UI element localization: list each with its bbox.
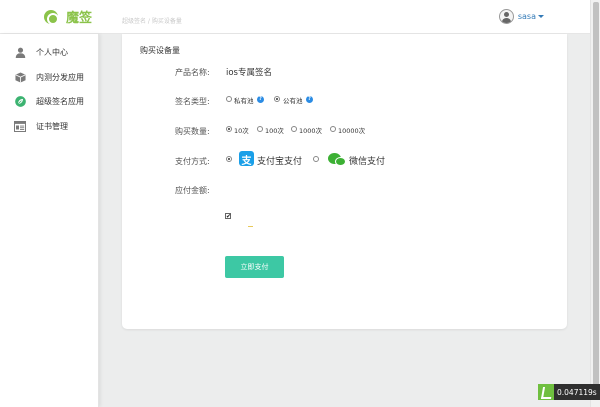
sidebar-item-label: 个人中心 xyxy=(36,47,68,57)
quantity-10-label[interactable]: 10次 xyxy=(234,125,249,135)
product-label: 产品名称: xyxy=(175,68,210,77)
sign-type-public-label[interactable]: 公有池 xyxy=(283,95,303,105)
user-icon xyxy=(14,46,26,58)
payment-wechat-label[interactable]: 微信支付 xyxy=(349,154,385,167)
quantity-1000-label[interactable]: 1000次 xyxy=(299,125,322,135)
user-menu[interactable]: sasa xyxy=(498,9,544,24)
avatar[interactable] xyxy=(498,9,514,24)
sidebar-item-super-sign[interactable]: 超级签名应用 xyxy=(0,93,99,109)
quantity-10000-radio[interactable] xyxy=(330,126,336,132)
sidebar-item-label: 证书管理 xyxy=(36,121,68,131)
sidebar-item-label: 超级签名应用 xyxy=(36,96,84,106)
payment-alipay-label[interactable]: 支付宝支付 xyxy=(257,154,302,167)
help-icon[interactable]: ? xyxy=(306,96,313,103)
purchase-card: 购买设备量 产品名称: ios专属签名 签名类型: 私有池 ? 公有池 ? 购买… xyxy=(122,34,567,329)
scrollbar-thumb[interactable] xyxy=(593,2,599,387)
payment-wechat-radio[interactable] xyxy=(313,156,319,162)
breadcrumb: 超级签名 / 购买设备量 xyxy=(122,18,182,25)
logo-text: 魔签 xyxy=(66,11,93,26)
alipay-icon[interactable] xyxy=(239,151,254,167)
amount-label: 应付金额: xyxy=(175,186,210,195)
sidebar-item-certificates[interactable]: 证书管理 xyxy=(0,118,99,134)
agree-checkbox[interactable]: ✔ xyxy=(225,213,231,220)
quantity-100-label[interactable]: 100次 xyxy=(265,125,284,135)
sidebar-item-beta-distribution[interactable]: 内测分发应用 xyxy=(0,69,99,85)
quantity-1000-radio[interactable] xyxy=(291,126,297,132)
sign-type-public-radio[interactable] xyxy=(274,96,280,102)
page-scrollbar[interactable] xyxy=(590,0,600,407)
top-bar: 魔签 超级签名 / 购买设备量 sasa xyxy=(0,0,590,34)
card-title: 购买设备量 xyxy=(140,46,180,55)
certificate-icon xyxy=(14,120,26,132)
username[interactable]: sasa xyxy=(518,12,536,21)
logo[interactable]: 魔签 xyxy=(44,7,92,26)
quantity-label: 购买数量: xyxy=(175,127,210,136)
quantity-10-radio[interactable] xyxy=(226,126,232,132)
timer-value: 0.047119s xyxy=(557,387,597,397)
sign-type-private-radio[interactable] xyxy=(226,96,232,102)
debugbar-icon[interactable] xyxy=(538,384,554,400)
product-value: ios专属签名 xyxy=(226,68,272,78)
sidebar-item-label: 内测分发应用 xyxy=(36,72,84,82)
loading-indicator xyxy=(248,226,253,227)
caret-down-icon[interactable] xyxy=(538,15,544,18)
sidebar-item-profile[interactable]: 个人中心 xyxy=(0,44,99,60)
debug-timer[interactable]: 0.047119s xyxy=(538,384,600,400)
payment-label: 支付方式: xyxy=(175,157,210,166)
sidebar: 个人中心 内测分发应用 超级签名应用 证书管理 xyxy=(0,34,99,407)
pay-now-button[interactable]: 立即支付 xyxy=(225,256,284,278)
logo-icon xyxy=(44,9,59,25)
quantity-100-radio[interactable] xyxy=(257,126,263,132)
help-icon[interactable]: ? xyxy=(257,96,264,103)
quantity-10000-label[interactable]: 10000次 xyxy=(338,125,365,135)
sign-type-label: 签名类型: xyxy=(175,97,210,106)
sign-type-private-label[interactable]: 私有池 xyxy=(234,95,254,105)
payment-alipay-radio[interactable] xyxy=(226,156,232,162)
leaf-icon xyxy=(14,95,26,107)
box-icon xyxy=(14,71,26,83)
wechat-icon[interactable] xyxy=(328,153,348,166)
